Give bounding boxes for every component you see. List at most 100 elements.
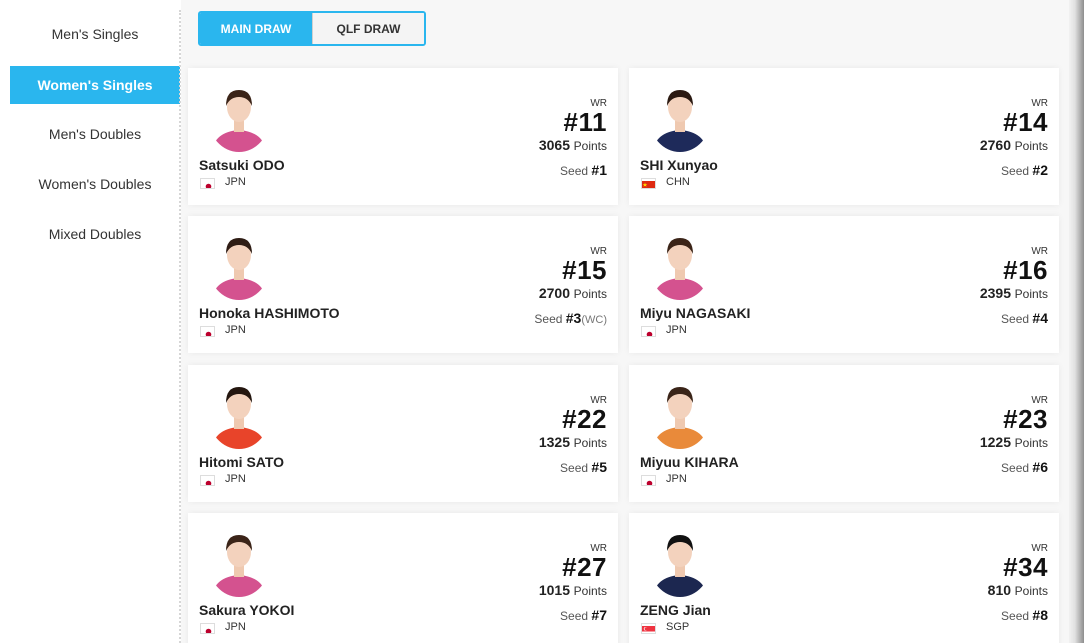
seed-note: (WC)	[581, 314, 607, 326]
player-photo	[208, 379, 270, 449]
player-card[interactable]: Miyuu KIHARA JPN WR #23 1225 Points Seed…	[629, 365, 1059, 502]
seed-label: Seed	[560, 461, 589, 475]
seed-info: Seed #5	[560, 459, 607, 475]
points-label: Points	[573, 584, 607, 598]
player-card[interactable]: Satsuki ODO JPN WR #11 3065 Points Seed …	[188, 68, 618, 205]
points-value: 1225	[979, 434, 1012, 450]
seed-value: #4	[1032, 310, 1048, 326]
seed-info: Seed #1	[560, 162, 607, 178]
player-photo	[208, 230, 270, 300]
points-label: Points	[1014, 584, 1048, 598]
seed-value: #8	[1032, 607, 1048, 623]
world-rank: #34	[1003, 552, 1048, 582]
main-draw-button[interactable]: MAIN DRAW	[200, 13, 312, 44]
sidebar-item-womens-doubles[interactable]: Women's Doubles	[10, 165, 180, 203]
seed-value: #1	[591, 162, 607, 178]
world-rank: #11	[563, 107, 607, 137]
seed-value: #5	[591, 459, 607, 475]
player-country: JPN	[666, 324, 687, 336]
player-country: JPN	[225, 324, 246, 336]
player-photo	[649, 527, 711, 597]
flag-chn-icon	[641, 178, 656, 189]
points-label: Points	[573, 139, 607, 153]
flag-jpn-icon	[641, 475, 656, 486]
player-name[interactable]: Hitomi SATO	[199, 454, 284, 470]
sidebar-item-mens-singles[interactable]: Men's Singles	[10, 15, 180, 53]
player-card[interactable]: Miyu NAGASAKI JPN WR #16 2395 Points See…	[629, 216, 1059, 353]
seed-label: Seed	[1001, 609, 1030, 623]
world-rank: #15	[562, 255, 607, 285]
points-value: 1015	[538, 582, 571, 598]
seed-label: Seed	[534, 312, 563, 326]
seed-info: Seed #8	[1001, 607, 1048, 623]
player-country: JPN	[666, 473, 687, 485]
player-country: JPN	[225, 473, 246, 485]
seed-info: Seed #4	[1001, 310, 1048, 326]
points-value: 2395	[979, 285, 1012, 301]
player-photo	[208, 527, 270, 597]
player-name[interactable]: Satsuki ODO	[199, 157, 285, 173]
points-label: Points	[1014, 436, 1048, 450]
seed-info: Seed #2	[1001, 162, 1048, 178]
seed-label: Seed	[1001, 461, 1030, 475]
flag-jpn-icon	[200, 326, 215, 337]
flag-jpn-icon	[200, 178, 215, 189]
points-label: Points	[1014, 139, 1048, 153]
player-name[interactable]: Sakura YOKOI	[199, 602, 294, 618]
ranking-points: 2700 Points	[539, 285, 607, 301]
player-name[interactable]: Miyu NAGASAKI	[640, 305, 750, 321]
points-label: Points	[573, 287, 607, 301]
player-name[interactable]: Miyuu KIHARA	[640, 454, 739, 470]
seed-label: Seed	[1001, 164, 1030, 178]
points-value: 810	[987, 582, 1012, 598]
ranking-points: 2395 Points	[980, 285, 1048, 301]
seed-info: Seed #7	[560, 607, 607, 623]
seed-info: Seed #6	[1001, 459, 1048, 475]
player-photo	[208, 82, 270, 152]
ranking-points: 1225 Points	[980, 434, 1048, 450]
points-value: 2700	[538, 285, 571, 301]
ranking-points: 1325 Points	[539, 434, 607, 450]
seed-info: Seed #3(WC)	[534, 310, 607, 326]
seed-label: Seed	[1001, 312, 1030, 326]
sidebar-item-mixed-doubles[interactable]: Mixed Doubles	[10, 215, 180, 253]
ranking-points: 1015 Points	[539, 582, 607, 598]
player-photo	[649, 82, 711, 152]
player-country: CHN	[666, 176, 690, 188]
points-value: 2760	[979, 137, 1012, 153]
player-country: JPN	[225, 621, 246, 633]
seed-label: Seed	[560, 609, 589, 623]
event-sidebar: Men's Singles Women's Singles Men's Doub…	[0, 0, 181, 643]
player-card[interactable]: ZENG Jian SGP WR #34 810 Points Seed #8	[629, 513, 1059, 643]
world-rank: #16	[1003, 255, 1048, 285]
sidebar-item-womens-singles[interactable]: Women's Singles	[10, 66, 180, 104]
sidebar-item-mens-doubles[interactable]: Men's Doubles	[10, 115, 180, 153]
seed-value: #3	[565, 310, 582, 326]
window-edge	[1069, 0, 1084, 643]
world-rank: #14	[1003, 107, 1048, 137]
seed-value: #2	[1032, 162, 1048, 178]
flag-sgp-icon	[641, 623, 656, 634]
points-value: 3065	[538, 137, 571, 153]
player-card[interactable]: Honoka HASHIMOTO JPN WR #15 2700 Points …	[188, 216, 618, 353]
ranking-points: 2760 Points	[980, 137, 1048, 153]
points-value: 1325	[538, 434, 571, 450]
world-rank: #23	[1003, 404, 1048, 434]
player-country: JPN	[225, 176, 246, 188]
world-rank: #27	[562, 552, 607, 582]
player-name[interactable]: SHI Xunyao	[640, 157, 718, 173]
player-card[interactable]: Hitomi SATO JPN WR #22 1325 Points Seed …	[188, 365, 618, 502]
flag-jpn-icon	[641, 326, 656, 337]
points-label: Points	[573, 436, 607, 450]
player-card[interactable]: SHI Xunyao CHN WR #14 2760 Points Seed #…	[629, 68, 1059, 205]
world-rank: #22	[562, 404, 607, 434]
player-photo	[649, 230, 711, 300]
player-country: SGP	[666, 621, 690, 633]
seed-value: #7	[591, 607, 607, 623]
points-label: Points	[1014, 287, 1048, 301]
player-name[interactable]: Honoka HASHIMOTO	[199, 305, 340, 321]
player-card[interactable]: Sakura YOKOI JPN WR #27 1015 Points Seed…	[188, 513, 618, 643]
player-name[interactable]: ZENG Jian	[640, 602, 711, 618]
qlf-draw-button[interactable]: QLF DRAW	[312, 13, 424, 44]
flag-jpn-icon	[200, 623, 215, 634]
